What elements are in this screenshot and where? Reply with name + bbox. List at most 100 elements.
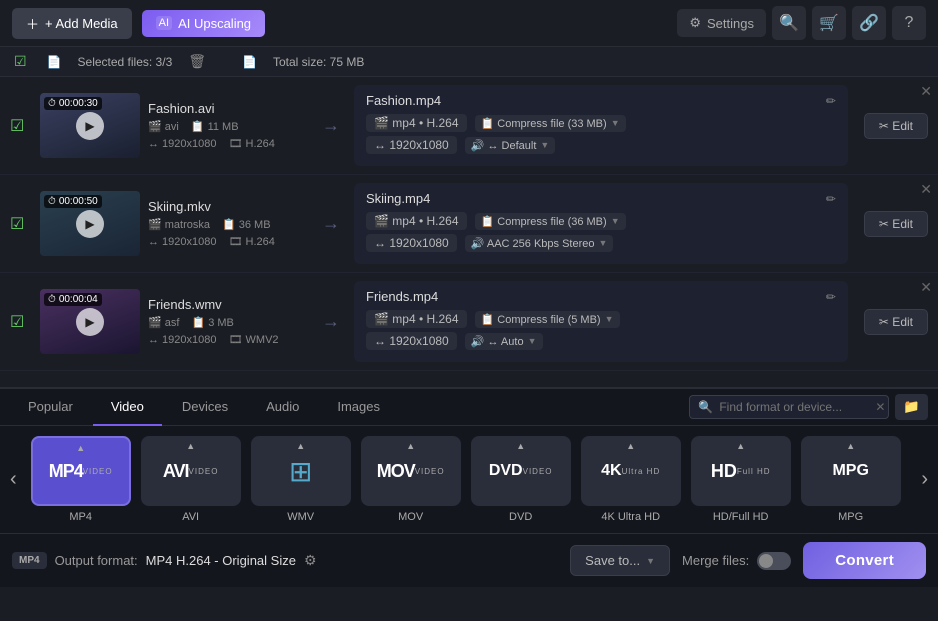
edit-button-fashion[interactable]: ✂ Edit (864, 113, 928, 139)
output-name-friends: Friends.mp4 (366, 289, 438, 304)
output-format-label: Output format: (55, 553, 138, 568)
ai-upscaling-button[interactable]: AI AI Upscaling (142, 10, 265, 37)
expand-arrow-mov: ▲ (406, 441, 415, 451)
format-nav-next[interactable]: › (911, 440, 938, 520)
close-button-friends[interactable]: ✕ (920, 279, 932, 296)
output-format-row-friends: 🎬 mp4 • H.264 📋 Compress file (5 MB) ▼ (366, 310, 836, 328)
play-button-skiing[interactable]: ▶ (76, 210, 104, 238)
format-card-mpg[interactable]: ▲ MPG MPG (801, 436, 901, 523)
convert-arrow-fashion: → (322, 115, 340, 136)
save-to-button[interactable]: Save to... ▼ (570, 545, 670, 576)
format-card-4k[interactable]: ▲ 4KUltra HD 4K Ultra HD (581, 436, 681, 523)
output-format-icon: MP4 (12, 552, 47, 569)
close-button-fashion[interactable]: ✕ (920, 83, 932, 100)
output-name-skiing: Skiing.mp4 (366, 191, 430, 206)
settings-icon: ⚙ (689, 15, 701, 31)
help-icon: ? (905, 14, 914, 32)
add-media-label: + Add Media (45, 16, 118, 31)
expand-arrow-4k: ▲ (626, 441, 635, 451)
total-size-text: Total size: 75 MB (273, 55, 364, 69)
output-edit-icon-skiing[interactable]: ✏ (826, 192, 836, 206)
format-tab-devices[interactable]: Devices (164, 389, 246, 426)
format-label-wmv: WMV (287, 511, 314, 523)
format-label-mov: MOV (398, 511, 423, 523)
file-duration-fashion: ⏱00:00:30 (44, 97, 102, 110)
output-audio-dropdown-fashion[interactable]: 🔊 ↔ Default ▼ (465, 137, 556, 154)
file-codec-friends: 🎞 WMV2 (229, 333, 279, 346)
format-icon-box-hd: ▲ HDFull HD (691, 436, 791, 506)
header-actions: ⚙ Settings 🔍 🛒 🔗 ? (677, 6, 926, 40)
format-tab-video[interactable]: Video (93, 389, 162, 426)
file-meta-skiing: Skiing.mkv 🎬 matroska 📋 36 MB ↔ 1920x108… (148, 199, 308, 248)
format-card-mp4[interactable]: ▲ MP4VIDEO MP4 (31, 436, 131, 523)
toggle-knob (759, 554, 773, 568)
format-label-hd: HD/Full HD (713, 511, 769, 523)
clear-search-icon[interactable]: ✕ (875, 400, 885, 414)
file-size-skiing: 📋 36 MB (222, 218, 271, 231)
output-compress-dropdown-friends[interactable]: 📋 Compress file (5 MB) ▼ (475, 311, 620, 328)
file-icon: 📄 (47, 55, 62, 69)
expand-arrow-mp4: ▲ (76, 443, 85, 453)
settings-button[interactable]: ⚙ Settings (677, 9, 766, 37)
output-settings-button[interactable]: ⚙ (304, 552, 317, 569)
merge-files-section: Merge files: (682, 552, 791, 570)
expand-arrow-hd: ▲ (736, 441, 745, 451)
output-audio-dropdown-skiing[interactable]: 🔊 AAC 256 Kbps Stereo ▼ (465, 235, 614, 252)
format-tab-images[interactable]: Images (319, 389, 398, 426)
file-checkbox-skiing[interactable]: ☑ (10, 214, 28, 234)
convert-button[interactable]: Convert (803, 542, 926, 579)
format-nav-prev[interactable]: ‹ (0, 440, 27, 520)
add-media-button[interactable]: ＋ + Add Media (12, 8, 132, 39)
merge-toggle[interactable] (757, 552, 791, 570)
format-search-input[interactable] (719, 400, 869, 414)
edit-button-friends[interactable]: ✂ Edit (864, 309, 928, 335)
format-card-dvd[interactable]: ▲ DVDVIDEO DVD (471, 436, 571, 523)
ai-icon: AI (156, 16, 172, 30)
help-button[interactable]: ? (892, 6, 926, 40)
file-output-skiing: Skiing.mp4 ✏ 🎬 mp4 • H.264 📋 Compress fi… (354, 183, 848, 264)
format-icon-box-mp4: ▲ MP4VIDEO (31, 436, 131, 506)
file-size-fashion: 📋 11 MB (191, 120, 239, 133)
play-button-fashion[interactable]: ▶ (76, 112, 104, 140)
format-label-mp4: MP4 (69, 511, 92, 523)
format-search: 🔍 ✕ 📁 (689, 394, 928, 420)
delete-all-button[interactable]: 🗑 (188, 53, 206, 70)
output-format-row-fashion: 🎬 mp4 • H.264 📋 Compress file (33 MB) ▼ (366, 114, 836, 132)
format-card-hd[interactable]: ▲ HDFull HD HD/Full HD (691, 436, 791, 523)
format-card-avi[interactable]: ▲ AVIVIDEO AVI (141, 436, 241, 523)
select-all-checkbox[interactable]: ☑ (14, 53, 27, 70)
format-label-avi: AVI (182, 511, 199, 523)
output-audio-dropdown-friends[interactable]: 🔊 ↔ Auto ▼ (465, 333, 543, 350)
file-checkbox-fashion[interactable]: ☑ (10, 116, 28, 136)
format-grid: ▲ MP4VIDEO MP4 ▲ AVIVIDEO AVI ▲ ⊞ WMV ▲ … (27, 436, 912, 523)
edit-button-skiing[interactable]: ✂ Edit (864, 211, 928, 237)
format-icon-box-wmv: ▲ ⊞ (251, 436, 351, 506)
search-button[interactable]: 🔍 (772, 6, 806, 40)
ai-upscaling-label: AI Upscaling (178, 16, 251, 31)
cart-button[interactable]: 🛒 (812, 6, 846, 40)
file-props-skiing: 🎬 matroska 📋 36 MB ↔ 1920x1080 🎞 H.264 (148, 218, 308, 248)
file-checkbox-friends[interactable]: ☑ (10, 312, 28, 332)
output-edit-icon-friends[interactable]: ✏ (826, 290, 836, 304)
file-meta-fashion: Fashion.avi 🎬 avi 📋 11 MB ↔ 1920x1080 🎞 … (148, 101, 308, 150)
file-thumbnail-fashion[interactable]: ⏱00:00:30 ▶ (40, 93, 140, 158)
format-card-mov[interactable]: ▲ MOVVIDEO MOV (361, 436, 461, 523)
format-tab-popular[interactable]: Popular (10, 389, 91, 426)
expand-arrow-dvd: ▲ (516, 441, 525, 451)
header: ＋ + Add Media AI AI Upscaling ⚙ Settings… (0, 0, 938, 47)
format-card-wmv[interactable]: ▲ ⊞ WMV (251, 436, 351, 523)
share-button[interactable]: 🔗 (852, 6, 886, 40)
format-tab-audio[interactable]: Audio (248, 389, 317, 426)
output-compress-dropdown-skiing[interactable]: 📋 Compress file (36 MB) ▼ (475, 213, 626, 230)
format-label-4k: 4K Ultra HD (601, 511, 660, 523)
file-thumbnail-skiing[interactable]: ⏱00:00:50 ▶ (40, 191, 140, 256)
file-duration-skiing: ⏱00:00:50 (44, 195, 102, 208)
play-button-friends[interactable]: ▶ (76, 308, 104, 336)
file-thumbnail-friends[interactable]: ⏱00:00:04 ▶ (40, 289, 140, 354)
file-bar: ☑ 📄 Selected files: 3/3 🗑 📄 Total size: … (0, 47, 938, 77)
output-compress-dropdown-fashion[interactable]: 📋 Compress file (33 MB) ▼ (475, 115, 626, 132)
output-folder-button[interactable]: 📁 (895, 394, 928, 420)
file-item: ☑ ⏱00:00:04 ▶ Friends.wmv 🎬 asf 📋 3 MB ↔… (0, 273, 938, 371)
close-button-skiing[interactable]: ✕ (920, 181, 932, 198)
output-edit-icon-fashion[interactable]: ✏ (826, 94, 836, 108)
